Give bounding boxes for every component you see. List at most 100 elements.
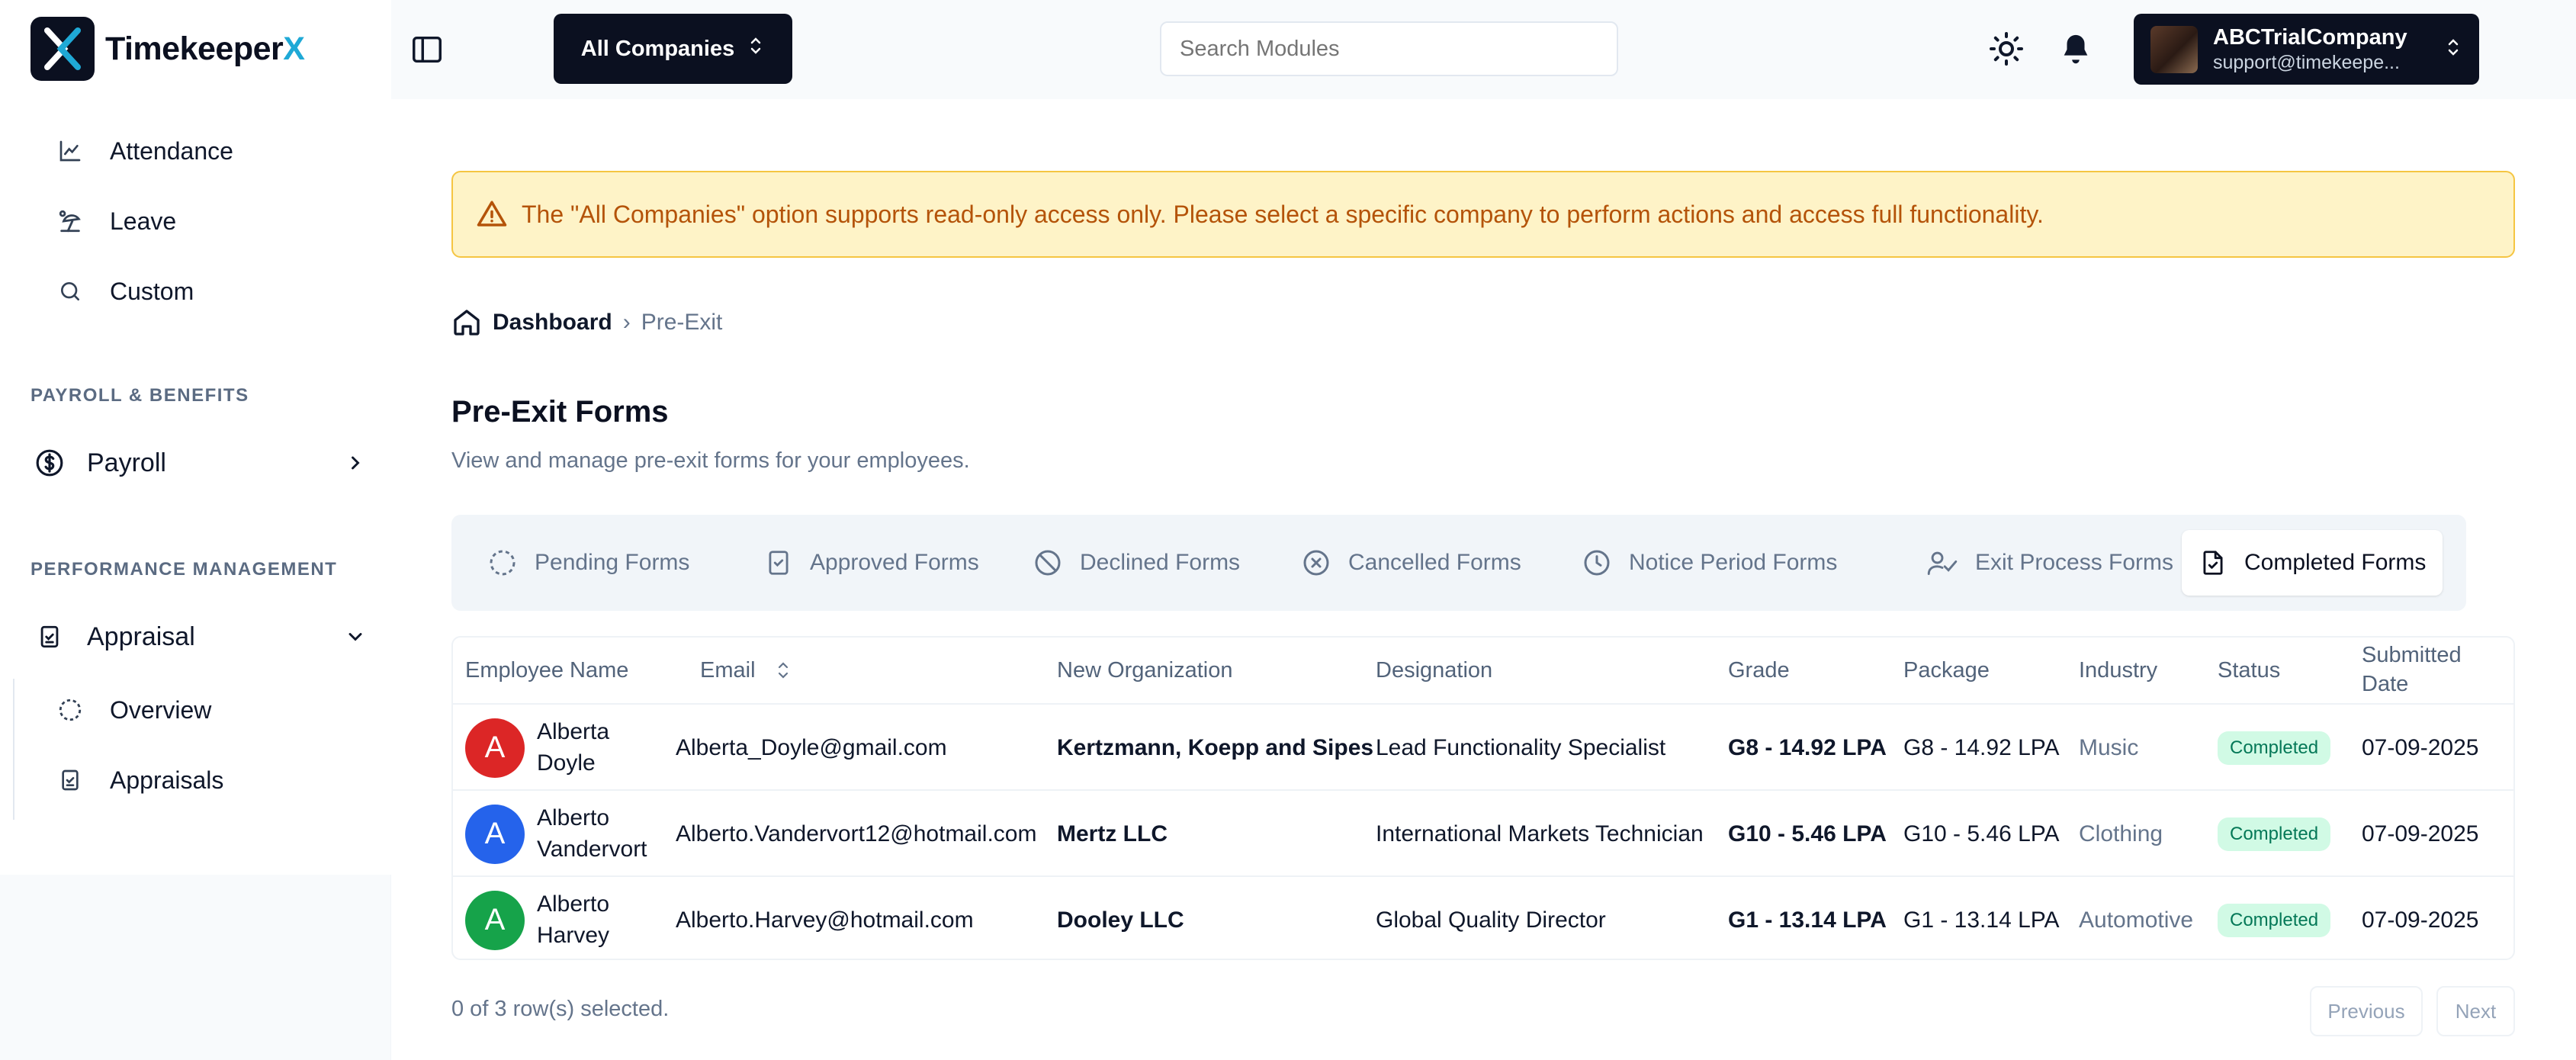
column-header-email[interactable]: Email <box>700 638 791 703</box>
employee-last-name: Harvey <box>537 922 610 948</box>
sidebar-group-label: Payroll <box>87 448 166 477</box>
employee-name: Alberto Harvey <box>537 889 609 951</box>
table-row[interactable]: A Alberto Vandervort Alberto.Vandervort1… <box>453 789 2513 877</box>
search-input[interactable] <box>1160 21 1618 76</box>
breadcrumb-current: Pre-Exit <box>641 310 723 335</box>
sort-icon[interactable] <box>776 659 791 682</box>
employee-first-name: Alberta <box>537 719 610 744</box>
chevron-right-icon <box>345 452 366 474</box>
status-badge: Completed <box>2218 903 2331 937</box>
chevron-down-icon <box>345 626 366 647</box>
previous-button[interactable]: Previous <box>2310 986 2423 1036</box>
sidebar-item-label: Leave <box>110 207 177 235</box>
avatar: A <box>465 718 525 778</box>
tab-label: Pending Forms <box>535 550 690 575</box>
x-circle-icon <box>1301 548 1331 578</box>
designation-cell: Lead Functionality Specialist <box>1376 734 1666 760</box>
email-cell: Alberta_Doyle@gmail.com <box>676 734 947 760</box>
column-header-label: Email <box>700 657 756 683</box>
sidebar-toggle-icon[interactable] <box>410 32 445 71</box>
sidebar-item-attendance[interactable]: Attendance <box>55 136 233 166</box>
designation-cell: International Markets Technician <box>1376 821 1704 846</box>
clipboard-check-icon <box>31 618 69 656</box>
pre-exit-table: Employee Name Email New Organization Des… <box>451 636 2515 960</box>
chevron-up-down-icon <box>2444 36 2462 63</box>
table-row[interactable]: A Alberto Harvey Alberto.Harvey@hotmail.… <box>453 875 2513 959</box>
employee-cell: A Alberta Doyle <box>465 705 609 791</box>
tab-label: Completed Forms <box>2244 550 2427 575</box>
theme-toggle-icon[interactable] <box>1988 31 2025 71</box>
company-selector-label: All Companies <box>580 36 735 61</box>
account-name: ABCTrialCompany <box>2213 24 2407 50</box>
company-selector[interactable]: All Companies <box>554 14 792 84</box>
industry-cell: Automotive <box>2079 907 2194 933</box>
tab-cancelled-forms[interactable]: Cancelled Forms <box>1284 530 1538 596</box>
sidebar-item-custom[interactable]: Custom <box>55 276 194 307</box>
logo-mark-icon <box>31 17 95 81</box>
tab-label: Approved Forms <box>810 550 979 575</box>
dashed-circle-icon <box>55 695 85 725</box>
tab-label: Notice Period Forms <box>1629 550 1838 575</box>
email-cell: Alberto.Harvey@hotmail.com <box>676 907 974 933</box>
beach-umbrella-icon <box>55 206 85 236</box>
column-header-designation: Designation <box>1376 657 1493 683</box>
dollar-circle-icon <box>31 444 69 482</box>
industry-cell: Music <box>2079 734 2139 760</box>
employee-name: Alberto Vandervort <box>537 803 647 865</box>
tab-exit-process-forms[interactable]: Exit Process Forms <box>1910 530 2190 596</box>
section-performance-management: PERFORMANCE MANAGEMENT <box>31 559 338 580</box>
employee-first-name: Alberto <box>537 805 610 830</box>
package-cell: G10 - 5.46 LPA <box>1903 821 2060 846</box>
user-check-icon <box>1926 548 1958 578</box>
tab-approved-forms[interactable]: Approved Forms <box>747 530 996 596</box>
column-header-submitted-date: Submitted Date <box>2362 638 2462 703</box>
column-header-label: Submitted <box>2362 643 2462 668</box>
column-header-label: Date <box>2362 672 2409 696</box>
app-logo[interactable]: TimekeeperX <box>31 17 305 81</box>
status-cell: Completed <box>2218 877 2331 959</box>
employee-cell: A Alberto Vandervort <box>465 791 647 877</box>
table-row[interactable]: A Alberta Doyle Alberta_Doyle@gmail.com … <box>453 703 2513 791</box>
column-header-package: Package <box>1903 657 1990 683</box>
selection-count: 0 of 3 row(s) selected. <box>451 997 670 1021</box>
organization-cell: Mertz LLC <box>1057 821 1168 846</box>
industry-cell: Clothing <box>2079 821 2163 846</box>
section-payroll-benefits: PAYROLL & BENEFITS <box>31 385 249 406</box>
employee-first-name: Alberto <box>537 891 610 917</box>
account-email: support@timekeepe... <box>2213 51 2400 73</box>
column-header-employee-name: Employee Name <box>465 657 629 683</box>
sidebar-item-leave[interactable]: Leave <box>55 206 176 236</box>
chevron-up-down-icon <box>747 34 765 63</box>
grade-cell: G10 - 5.46 LPA <box>1728 821 1887 846</box>
avatar: A <box>465 804 525 864</box>
account-avatar <box>2150 25 2198 73</box>
tab-label: Declined Forms <box>1080 550 1241 575</box>
bell-icon[interactable] <box>2058 31 2093 72</box>
sidebar-group-appraisal[interactable]: Appraisal <box>31 618 366 656</box>
breadcrumb: Dashboard › Pre-Exit <box>451 307 722 338</box>
breadcrumb-dashboard[interactable]: Dashboard <box>493 310 612 336</box>
tab-declined-forms[interactable]: Declined Forms <box>1016 530 1257 596</box>
ban-icon <box>1033 548 1063 578</box>
tab-pending-forms[interactable]: Pending Forms <box>471 530 706 596</box>
warning-triangle-icon <box>476 198 508 230</box>
sidebar-item-label: Appraisals <box>110 766 224 794</box>
page-subtitle: View and manage pre-exit forms for your … <box>451 448 970 473</box>
employee-last-name: Doyle <box>537 750 596 776</box>
sidebar-item-overview[interactable]: Overview <box>55 695 211 725</box>
account-menu[interactable]: ABCTrialCompany support@timekeepe... <box>2134 14 2479 85</box>
read-only-alert: The "All Companies" option supports read… <box>451 171 2515 258</box>
next-button[interactable]: Next <box>2436 986 2515 1036</box>
column-header-new-organization: New Organization <box>1057 657 1233 683</box>
tree-line <box>13 679 14 820</box>
tab-notice-period-forms[interactable]: Notice Period Forms <box>1565 530 1854 596</box>
date-cell: 07-09-2025 <box>2362 907 2479 933</box>
sidebar: TimekeeperX Attendance Leave Custom PAYR… <box>0 0 391 1060</box>
line-chart-icon <box>55 136 85 166</box>
package-cell: G8 - 14.92 LPA <box>1903 734 2060 760</box>
sidebar-item-label: Custom <box>110 277 194 305</box>
tab-completed-forms[interactable]: Completed Forms <box>2182 530 2443 596</box>
status-cell: Completed <box>2218 791 2331 877</box>
sidebar-item-appraisals[interactable]: Appraisals <box>55 765 223 795</box>
sidebar-group-payroll[interactable]: Payroll <box>31 444 366 482</box>
